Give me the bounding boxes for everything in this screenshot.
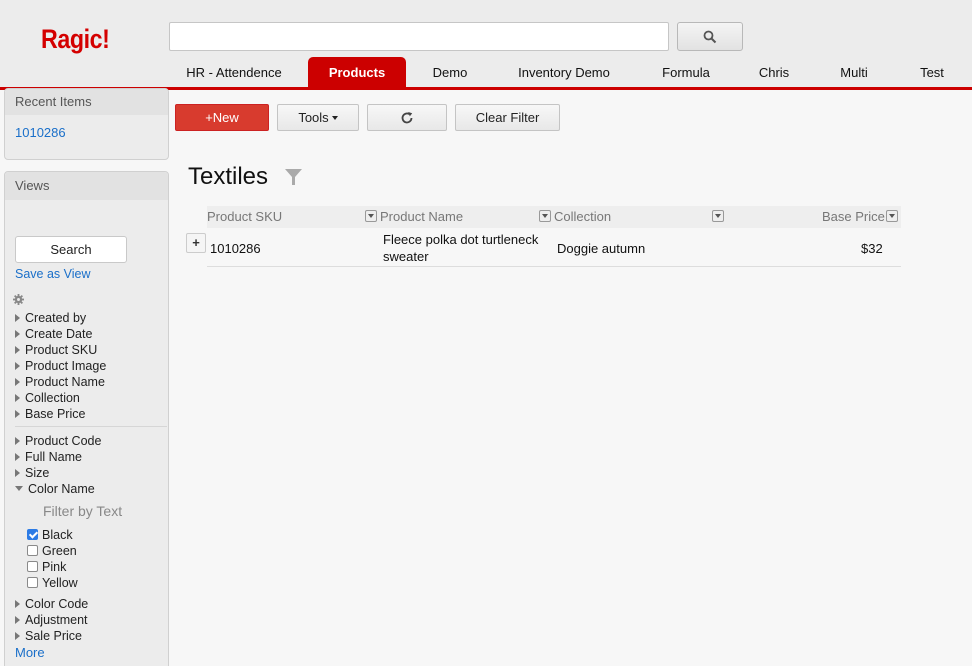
checkbox[interactable] bbox=[27, 545, 38, 556]
tab-multi[interactable]: Multi bbox=[828, 57, 880, 89]
cell-base-price: $32 bbox=[861, 241, 883, 256]
column-header-collection[interactable]: Collection bbox=[554, 206, 611, 228]
search-button[interactable] bbox=[677, 22, 743, 51]
column-header-product-sku[interactable]: Product SKU bbox=[207, 206, 282, 228]
views-search-button[interactable]: Search bbox=[15, 236, 127, 263]
save-as-view-link[interactable]: Save as View bbox=[15, 267, 91, 281]
tab-test[interactable]: Test bbox=[908, 57, 956, 89]
global-search-input[interactable] bbox=[169, 22, 669, 51]
checkbox[interactable] bbox=[27, 577, 38, 588]
tools-menu-button[interactable]: Tools bbox=[277, 104, 359, 131]
column-menu-icon[interactable] bbox=[886, 210, 898, 222]
field-product-sku[interactable]: Product SKU bbox=[15, 342, 97, 358]
caret-down-icon bbox=[331, 116, 338, 120]
collapse-arrow-icon bbox=[15, 486, 23, 491]
new-record-button[interactable]: +New bbox=[175, 104, 269, 131]
tab-bar: HR - Attendence Products Demo Inventory … bbox=[0, 57, 972, 90]
views-panel: Views Search Save as View Created by Cre… bbox=[4, 171, 169, 666]
option-black[interactable]: Black bbox=[27, 527, 73, 543]
search-icon bbox=[703, 30, 717, 43]
field-product-image[interactable]: Product Image bbox=[15, 358, 106, 374]
expand-arrow-icon bbox=[15, 394, 20, 402]
column-header-base-price[interactable]: Base Price bbox=[822, 206, 885, 228]
field-color-name[interactable]: Color Name bbox=[15, 481, 95, 497]
views-title: Views bbox=[5, 172, 168, 200]
refresh-icon bbox=[401, 112, 413, 124]
field-adjustment[interactable]: Adjustment bbox=[15, 612, 88, 628]
expand-arrow-icon bbox=[15, 314, 20, 322]
expand-arrow-icon bbox=[15, 616, 20, 624]
table-row[interactable]: 1010286 Fleece polka dot turtleneck swea… bbox=[207, 229, 901, 267]
page-title: Textiles bbox=[188, 163, 269, 190]
tab-hr-attendence[interactable]: HR - Attendence bbox=[172, 57, 296, 89]
ragic-logo[interactable]: Ragic! bbox=[41, 24, 110, 55]
recent-items-panel: Recent Items 1010286 bbox=[4, 88, 169, 160]
refresh-button[interactable] bbox=[367, 104, 447, 131]
field-sale-price[interactable]: Sale Price bbox=[15, 628, 82, 644]
field-full-name[interactable]: Full Name bbox=[15, 449, 82, 465]
tab-inventory-demo[interactable]: Inventory Demo bbox=[506, 57, 622, 89]
field-size[interactable]: Size bbox=[15, 465, 49, 481]
option-green[interactable]: Green bbox=[27, 543, 77, 559]
expand-arrow-icon bbox=[15, 632, 20, 640]
recent-items-title: Recent Items bbox=[5, 89, 168, 115]
more-link[interactable]: More bbox=[15, 645, 45, 660]
tab-formula[interactable]: Formula bbox=[648, 57, 724, 89]
tab-demo[interactable]: Demo bbox=[418, 57, 482, 89]
tab-products[interactable]: Products bbox=[308, 57, 406, 89]
checkbox[interactable] bbox=[27, 561, 38, 572]
gear-icon[interactable] bbox=[13, 293, 24, 308]
column-header-product-name[interactable]: Product Name bbox=[380, 206, 463, 228]
cell-product-name: Fleece polka dot turtleneck sweater bbox=[383, 232, 539, 264]
tab-chris[interactable]: Chris bbox=[748, 57, 800, 89]
app-header: Ragic! HR - Attendence Products Demo Inv… bbox=[0, 0, 972, 90]
column-menu-icon[interactable] bbox=[365, 210, 377, 222]
expand-row-button[interactable]: + bbox=[186, 233, 206, 253]
option-pink[interactable]: Pink bbox=[27, 559, 66, 575]
recent-item-link[interactable]: 1010286 bbox=[15, 125, 66, 140]
filter-by-text-label: Filter by Text bbox=[43, 503, 123, 519]
field-base-price[interactable]: Base Price bbox=[15, 406, 85, 422]
field-product-code[interactable]: Product Code bbox=[15, 433, 101, 449]
expand-arrow-icon bbox=[15, 437, 20, 445]
filter-icon[interactable] bbox=[284, 168, 303, 190]
expand-arrow-icon bbox=[15, 600, 20, 608]
divider bbox=[15, 426, 167, 427]
expand-arrow-icon bbox=[15, 469, 20, 477]
expand-arrow-icon bbox=[15, 453, 20, 461]
expand-arrow-icon bbox=[15, 330, 20, 338]
cell-product-sku: 1010286 bbox=[210, 241, 261, 256]
field-create-date[interactable]: Create Date bbox=[15, 326, 92, 342]
expand-arrow-icon bbox=[15, 362, 20, 370]
option-yellow[interactable]: Yellow bbox=[27, 575, 78, 591]
column-menu-icon[interactable] bbox=[712, 210, 724, 222]
expand-arrow-icon bbox=[15, 410, 20, 418]
field-color-code[interactable]: Color Code bbox=[15, 596, 88, 612]
checkbox[interactable] bbox=[27, 529, 38, 540]
field-product-name[interactable]: Product Name bbox=[15, 374, 105, 390]
expand-arrow-icon bbox=[15, 378, 20, 386]
clear-filter-button[interactable]: Clear Filter bbox=[455, 104, 560, 131]
cell-collection: Doggie autumn bbox=[557, 241, 646, 256]
field-collection[interactable]: Collection bbox=[15, 390, 80, 406]
grid-header: Product SKU Product Name Collection Base… bbox=[207, 206, 901, 228]
field-created-by[interactable]: Created by bbox=[15, 310, 86, 326]
expand-arrow-icon bbox=[15, 346, 20, 354]
column-menu-icon[interactable] bbox=[539, 210, 551, 222]
